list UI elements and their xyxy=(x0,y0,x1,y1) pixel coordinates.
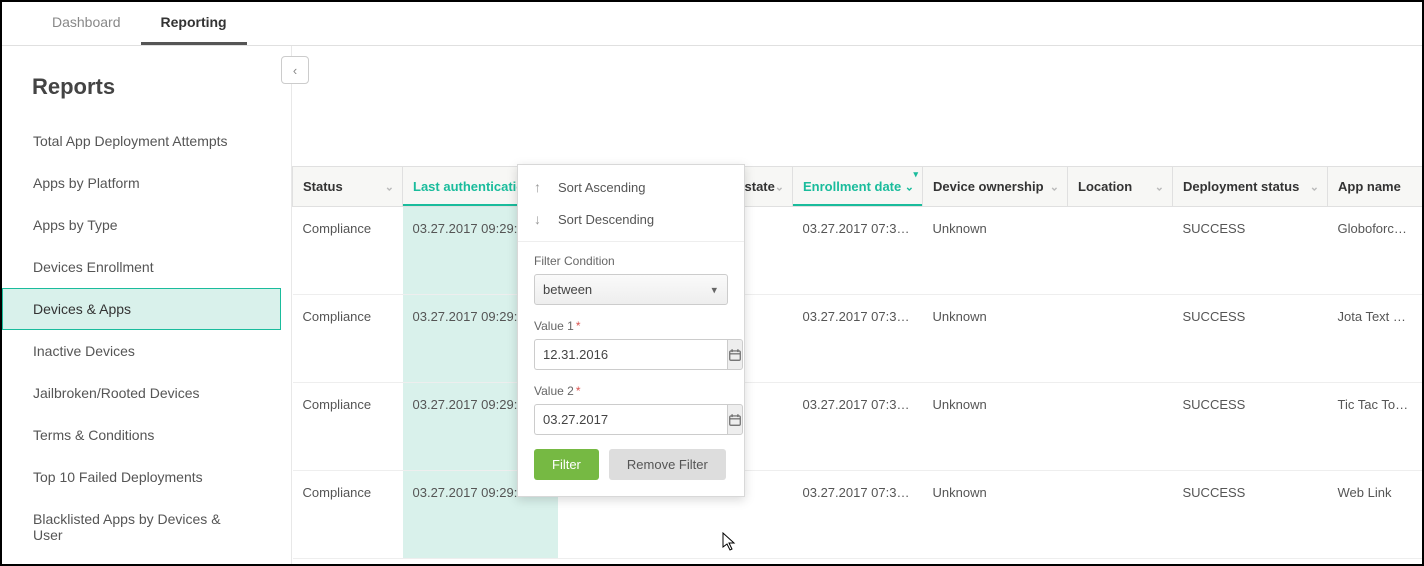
value2-label-text: Value 2 xyxy=(534,384,574,398)
filter-body: Filter Condition between Value 1* Value … xyxy=(518,242,744,496)
cell-location xyxy=(1068,471,1173,559)
arrow-up-icon: ↑ xyxy=(534,179,552,195)
cell-app-name: Globoforce_S/ xyxy=(1328,207,1423,295)
filter-condition-value: between xyxy=(543,282,592,297)
sidebar-item-devices-enrollment[interactable]: Devices Enrollment xyxy=(2,246,281,288)
app-frame: Dashboard Reporting ‹ Reports Total App … xyxy=(0,0,1424,566)
col-header-device-ownership[interactable]: Device ownership ⌄ xyxy=(923,167,1068,207)
sidebar-item-devices-and-apps[interactable]: Devices & Apps xyxy=(2,288,281,330)
collapse-sidebar-button[interactable]: ‹ xyxy=(281,56,309,84)
table-row[interactable]: Compliance 03.27.2017 09:29:0 03.27.2017… xyxy=(293,383,1423,471)
chevron-left-icon: ‹ xyxy=(293,63,297,78)
cell-app-name: Tic Tac Toe Fre xyxy=(1328,383,1423,471)
filter-indicator-icon: ▾ xyxy=(913,169,918,180)
col-header-label: Last authentication xyxy=(413,179,532,194)
cell-deploy-status: SUCCESS xyxy=(1173,207,1328,295)
cell-enroll-date: 03.27.2017 07:33:27 xyxy=(793,295,923,383)
table-row[interactable]: Compliance 03.27.2017 09:29:0 03.27.2017… xyxy=(293,207,1423,295)
cell-location xyxy=(1068,207,1173,295)
col-header-label: App name xyxy=(1338,179,1401,194)
cell-status: Compliance xyxy=(293,295,403,383)
sidebar-item-apps-by-type[interactable]: Apps by Type xyxy=(2,204,281,246)
required-asterisk: * xyxy=(576,319,581,333)
cell-app-name: Jota Text Editor xyxy=(1328,295,1423,383)
col-header-label: Location xyxy=(1078,179,1132,194)
value1-label: Value 1* xyxy=(534,319,728,333)
col-header-app-name[interactable]: App name xyxy=(1328,167,1423,207)
sidebar-item-blacklisted[interactable]: Blacklisted Apps by Devices & User xyxy=(2,498,281,556)
sidebar-title: Reports xyxy=(2,74,291,120)
col-header-enrollment-date[interactable]: Enrollment date ⌄ ▾ xyxy=(793,167,923,207)
content-area: Status ⌄ Last authentication ⌄ ▾ Last ac… xyxy=(292,46,1422,564)
value1-input[interactable] xyxy=(534,339,727,370)
chevron-down-icon: ⌄ xyxy=(905,180,914,193)
required-asterisk: * xyxy=(576,384,581,398)
tab-dashboard[interactable]: Dashboard xyxy=(32,2,141,45)
calendar-icon xyxy=(728,348,742,362)
cell-deploy-status: SUCCESS xyxy=(1173,471,1328,559)
cell-ownership: Unknown xyxy=(923,383,1068,471)
chevron-down-icon: ⌄ xyxy=(385,180,394,193)
cell-status: Compliance xyxy=(293,207,403,295)
table-row[interactable]: Compliance 03.27.2017 09:29:0 03.27.2017… xyxy=(293,295,1423,383)
col-header-deployment-status[interactable]: Deployment status ⌄ xyxy=(1173,167,1328,207)
value1-label-text: Value 1 xyxy=(534,319,574,333)
cell-ownership: Unknown xyxy=(923,207,1068,295)
col-header-location[interactable]: Location ⌄ xyxy=(1068,167,1173,207)
sidebar-item-apps-by-platform[interactable]: Apps by Platform xyxy=(2,162,281,204)
value2-input-group xyxy=(534,404,728,435)
sort-descending-option[interactable]: ↓ Sort Descending xyxy=(518,203,744,235)
sort-section: ↑ Sort Ascending ↓ Sort Descending xyxy=(518,165,744,242)
cell-enroll-date: 03.27.2017 07:33:27 xyxy=(793,471,923,559)
remove-filter-button[interactable]: Remove Filter xyxy=(609,449,726,480)
chevron-down-icon: ⌄ xyxy=(1050,180,1059,193)
sort-asc-label: Sort Ascending xyxy=(558,180,645,195)
col-header-label: Status xyxy=(303,179,343,194)
sort-ascending-option[interactable]: ↑ Sort Ascending xyxy=(518,171,744,203)
value1-input-group xyxy=(534,339,728,370)
cell-app-name: Web Link xyxy=(1328,471,1423,559)
table-wrap: Status ⌄ Last authentication ⌄ ▾ Last ac… xyxy=(292,46,1422,559)
cell-status: Compliance xyxy=(293,383,403,471)
filter-button[interactable]: Filter xyxy=(534,449,599,480)
cell-status: Compliance xyxy=(293,471,403,559)
cell-ownership: Unknown xyxy=(923,295,1068,383)
chevron-down-icon: ⌄ xyxy=(1310,180,1319,193)
filter-condition-select[interactable]: between xyxy=(534,274,728,305)
sidebar-item-total-app-deployment[interactable]: Total App Deployment Attempts xyxy=(2,120,281,162)
cell-location xyxy=(1068,295,1173,383)
report-table: Status ⌄ Last authentication ⌄ ▾ Last ac… xyxy=(292,166,1422,559)
filter-condition-label: Filter Condition xyxy=(534,254,728,268)
col-header-label: Enrollment date xyxy=(803,179,901,194)
cell-ownership: Unknown xyxy=(923,471,1068,559)
col-header-label: Device ownership xyxy=(933,179,1044,194)
tab-reporting[interactable]: Reporting xyxy=(141,2,247,45)
sidebar: ‹ Reports Total App Deployment Attempts … xyxy=(2,46,292,564)
chevron-down-icon: ⌄ xyxy=(775,180,784,193)
cell-location xyxy=(1068,383,1173,471)
col-header-status[interactable]: Status ⌄ xyxy=(293,167,403,207)
column-filter-dropdown: ↑ Sort Ascending ↓ Sort Descending Filte… xyxy=(517,164,745,497)
table-row[interactable]: Compliance 03.27.2017 09:29:0 03.27.2017… xyxy=(293,471,1423,559)
cell-deploy-status: SUCCESS xyxy=(1173,295,1328,383)
col-header-label: Deployment status xyxy=(1183,179,1299,194)
sort-desc-label: Sort Descending xyxy=(558,212,654,227)
chevron-down-icon: ⌄ xyxy=(1155,180,1164,193)
sidebar-item-jailbroken[interactable]: Jailbroken/Rooted Devices xyxy=(2,372,281,414)
arrow-down-icon: ↓ xyxy=(534,211,552,227)
value2-calendar-button[interactable] xyxy=(727,404,743,435)
cell-deploy-status: SUCCESS xyxy=(1173,383,1328,471)
cell-enroll-date: 03.27.2017 07:33:27 xyxy=(793,207,923,295)
top-tabs: Dashboard Reporting xyxy=(2,2,1422,46)
value1-calendar-button[interactable] xyxy=(727,339,743,370)
calendar-icon xyxy=(728,413,742,427)
sidebar-item-top10-failed[interactable]: Top 10 Failed Deployments xyxy=(2,456,281,498)
sidebar-item-terms[interactable]: Terms & Conditions xyxy=(2,414,281,456)
cell-enroll-date: 03.27.2017 07:33:27 xyxy=(793,383,923,471)
value2-input[interactable] xyxy=(534,404,727,435)
filter-buttons: Filter Remove Filter xyxy=(534,449,728,480)
value2-label: Value 2* xyxy=(534,384,728,398)
sidebar-item-inactive-devices[interactable]: Inactive Devices xyxy=(2,330,281,372)
